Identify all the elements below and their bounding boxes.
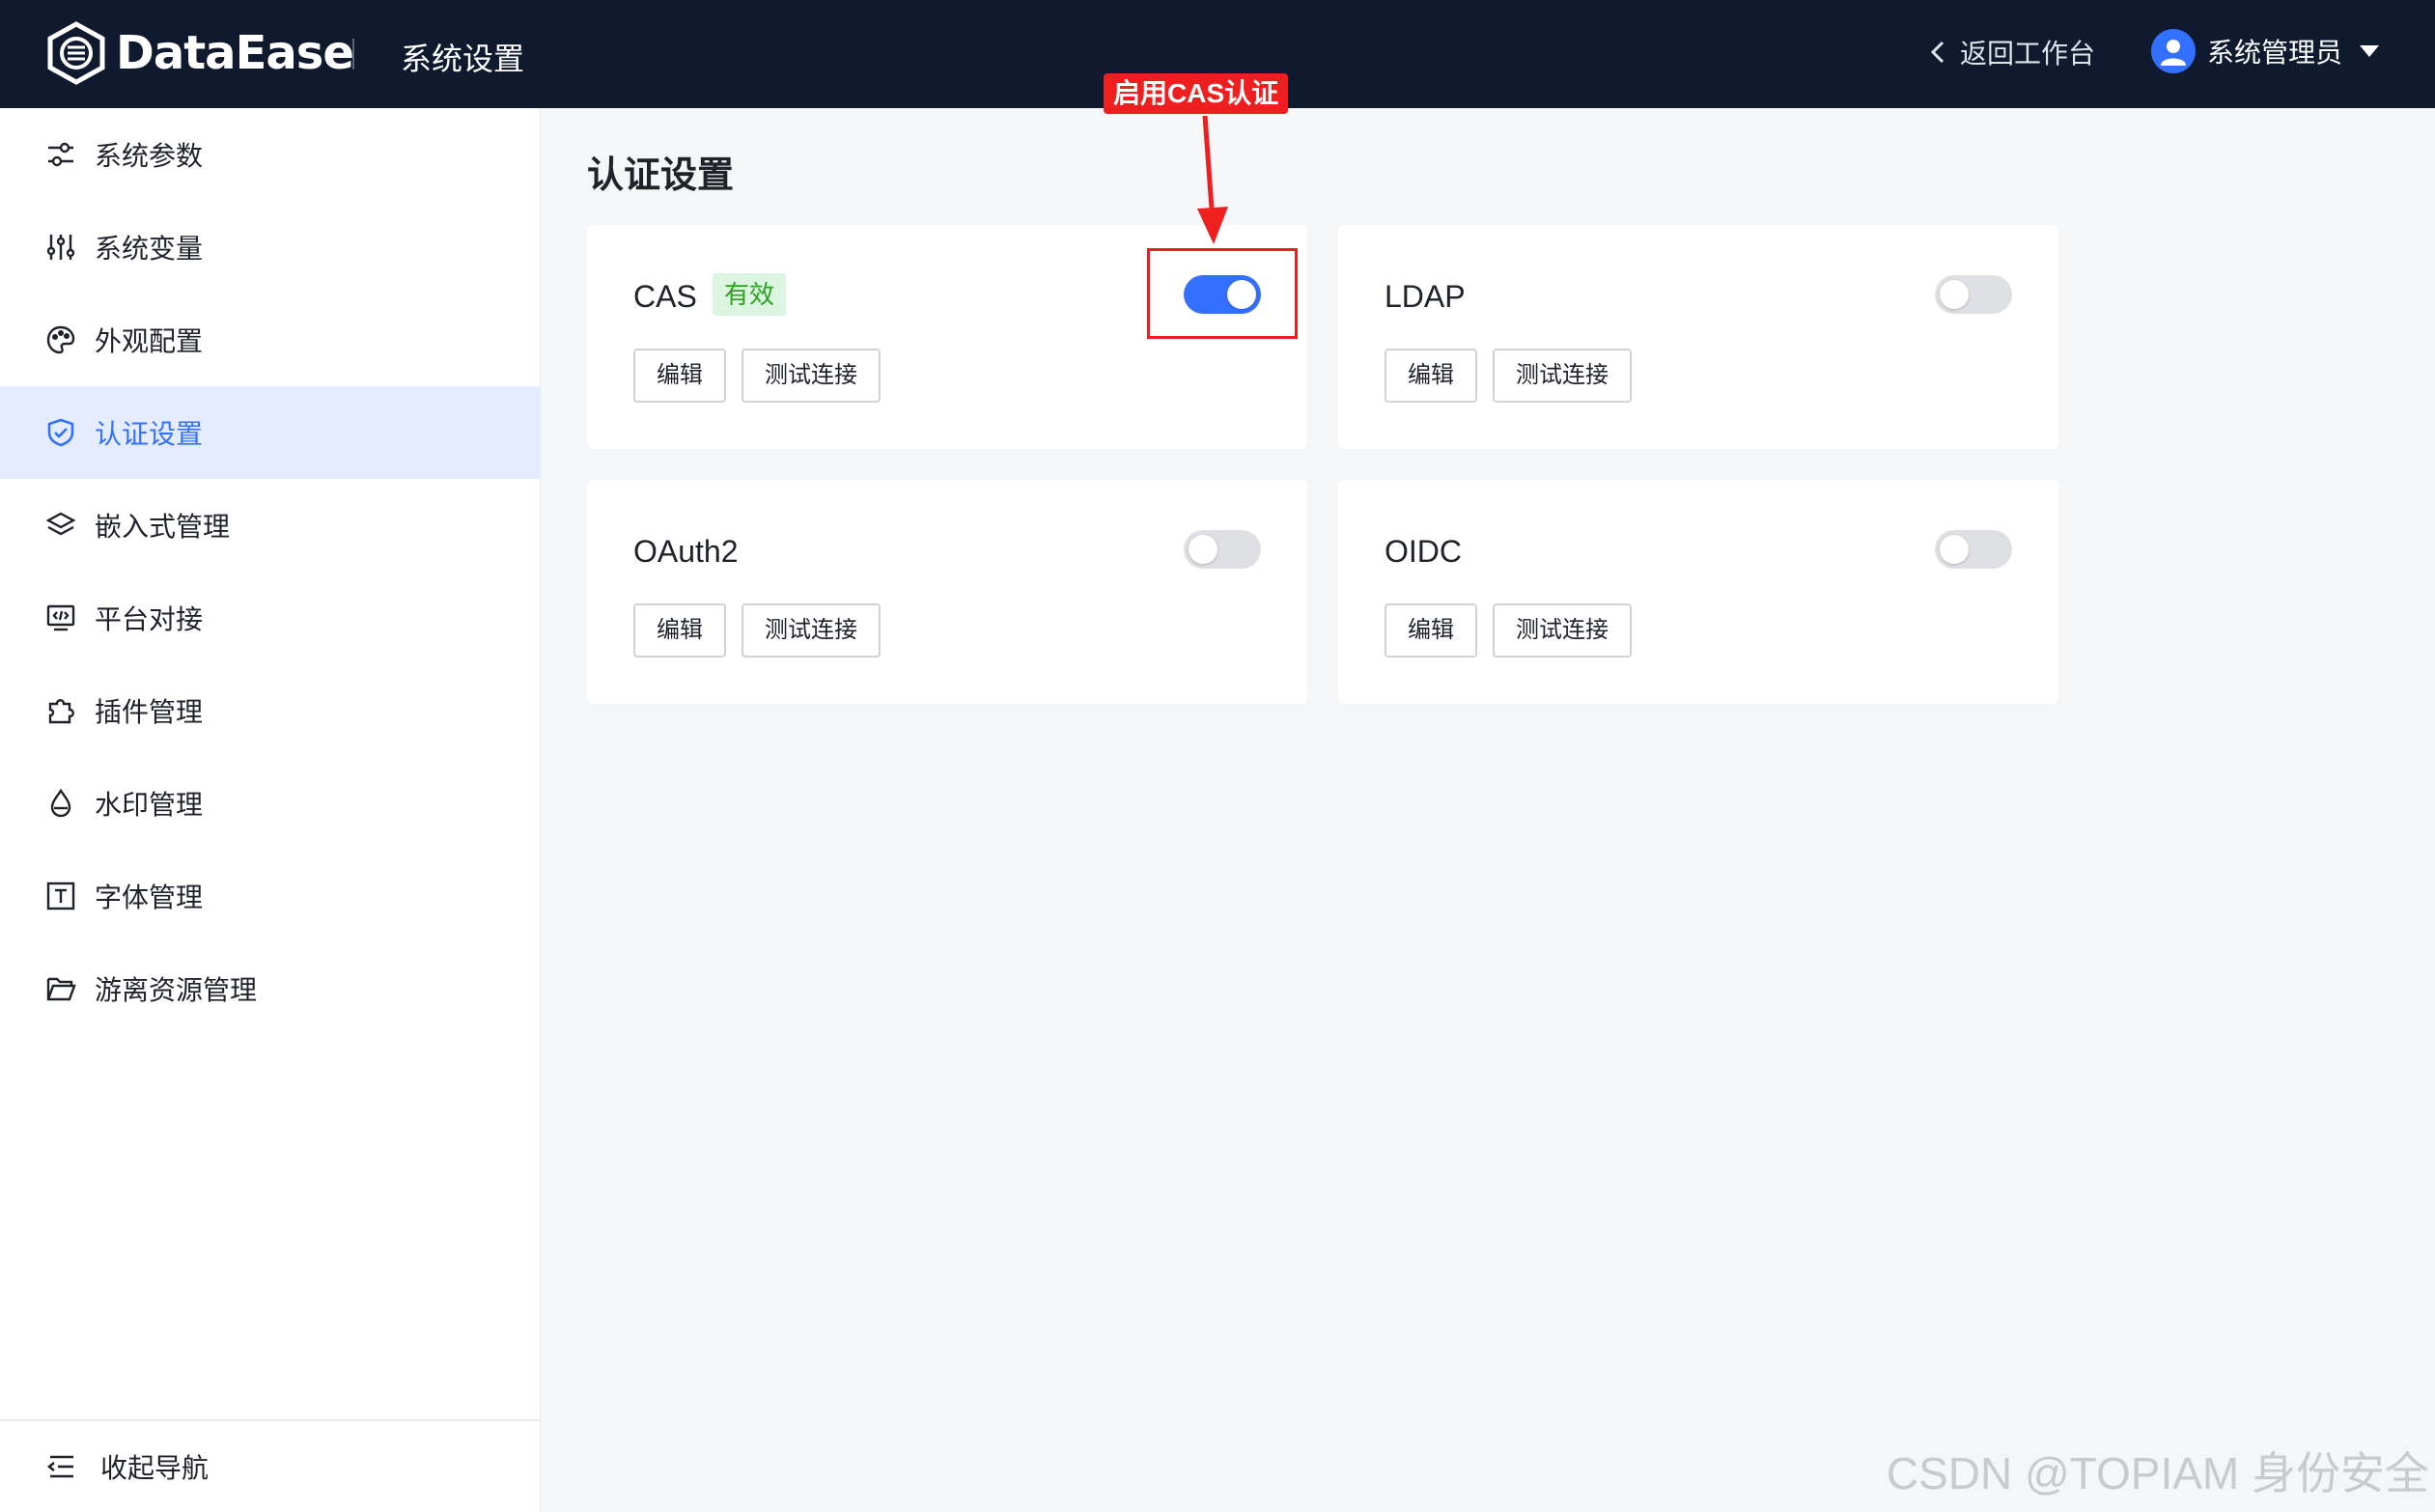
toggle-knob xyxy=(1940,535,1969,564)
sliders-icon xyxy=(44,138,77,171)
user-icon xyxy=(2161,40,2186,66)
drop-icon xyxy=(44,787,77,820)
test-connection-button[interactable]: 测试连接 xyxy=(742,349,881,403)
font-icon xyxy=(44,880,77,912)
edit-button[interactable]: 编辑 xyxy=(1385,603,1477,658)
sidebar-item-label: 插件管理 xyxy=(95,697,204,727)
user-name: 系统管理员 xyxy=(2207,38,2343,68)
collapse-icon xyxy=(46,1455,73,1478)
sidebar-item-label: 水印管理 xyxy=(95,790,204,820)
header-divider xyxy=(352,39,354,70)
test-connection-button[interactable]: 测试连接 xyxy=(1493,603,1632,658)
auth-card-oidc: OIDC 编辑 测试连接 xyxy=(1338,480,2058,704)
palette-icon xyxy=(44,323,77,356)
auth-card-ldap: LDAP 编辑 测试连接 xyxy=(1338,225,2058,449)
toggle-knob xyxy=(1940,280,1969,309)
dataease-logo[interactable]: DataEase xyxy=(46,21,354,85)
auth-card-name: OAuth2 xyxy=(633,534,739,569)
oidc-enable-toggle[interactable] xyxy=(1935,530,2012,569)
sidebar-item-appearance[interactable]: 外观配置 xyxy=(0,294,541,386)
sidebar-item-label: 平台对接 xyxy=(95,604,204,634)
user-menu[interactable]: 系统管理员 xyxy=(2151,29,2381,73)
monitor-code-icon xyxy=(44,602,77,634)
brand-name: DataEase xyxy=(116,26,354,80)
collapse-nav-button[interactable]: 收起导航 xyxy=(0,1419,541,1512)
back-to-workbench-link[interactable]: 返回工作台 xyxy=(1929,33,2095,71)
sidebar-item-label: 外观配置 xyxy=(95,326,204,356)
folder-icon xyxy=(44,972,77,1005)
sidebar-item-system-params[interactable]: 系统参数 xyxy=(0,108,541,201)
sidebar-item-label: 系统变量 xyxy=(95,234,204,264)
sidebar-item-embedded[interactable]: 嵌入式管理 xyxy=(0,479,541,572)
sidebar-item-platform[interactable]: 平台对接 xyxy=(0,572,541,664)
page-title: 认证设置 xyxy=(587,155,735,196)
header-title: 系统设置 xyxy=(401,42,525,76)
dataease-logo-icon xyxy=(47,21,105,85)
sidebar: 系统参数 系统变量 外观配置 认证设置 嵌入式管理 平台对接 插件管理 水印管理… xyxy=(0,108,541,1512)
sidebar-item-orphan-resources[interactable]: 游离资源管理 xyxy=(0,942,541,1035)
test-connection-button[interactable]: 测试连接 xyxy=(1493,349,1632,403)
puzzle-icon xyxy=(44,694,77,727)
auth-card-oauth2: OAuth2 编辑 测试连接 xyxy=(587,480,1307,704)
edit-button[interactable]: 编辑 xyxy=(1385,349,1477,403)
ldap-enable-toggle[interactable] xyxy=(1935,275,2012,314)
sidebar-item-fonts[interactable]: 字体管理 xyxy=(0,850,541,942)
auth-card-name: CAS xyxy=(633,279,697,314)
oauth2-enable-toggle[interactable] xyxy=(1184,530,1261,569)
sidebar-item-label: 系统参数 xyxy=(95,141,204,171)
auth-card-name: OIDC xyxy=(1385,534,1462,569)
layers-icon xyxy=(44,509,77,542)
annotation-highlight-box xyxy=(1147,248,1298,339)
avatar xyxy=(2151,29,2196,73)
edit-button[interactable]: 编辑 xyxy=(633,603,726,658)
sidebar-item-label: 嵌入式管理 xyxy=(95,512,231,542)
sidebar-item-label: 认证设置 xyxy=(95,419,204,449)
annotation-arrow-icon xyxy=(1197,115,1228,244)
variable-icon xyxy=(44,231,77,264)
caret-down-icon xyxy=(2360,45,2380,57)
annotation-label: 启用CAS认证 xyxy=(1104,73,1289,114)
sidebar-item-system-variables[interactable]: 系统变量 xyxy=(0,201,541,294)
chevron-left-icon xyxy=(1930,41,1945,64)
back-label: 返回工作台 xyxy=(1960,39,2096,69)
shield-icon xyxy=(44,416,77,449)
sidebar-item-watermark[interactable]: 水印管理 xyxy=(0,757,541,850)
sidebar-item-plugins[interactable]: 插件管理 xyxy=(0,664,541,757)
collapse-label: 收起导航 xyxy=(100,1453,210,1483)
sidebar-item-label: 字体管理 xyxy=(95,882,204,912)
sidebar-item-auth-settings[interactable]: 认证设置 xyxy=(0,386,541,479)
sidebar-item-label: 游离资源管理 xyxy=(95,975,258,1005)
watermark: CSDN @TOPIAM 身份安全 xyxy=(1886,1448,2429,1498)
edit-button[interactable]: 编辑 xyxy=(633,349,726,403)
auth-card-name: LDAP xyxy=(1385,279,1466,314)
test-connection-button[interactable]: 测试连接 xyxy=(742,603,881,658)
toggle-knob xyxy=(1189,535,1218,564)
status-badge: 有效 xyxy=(713,273,787,316)
